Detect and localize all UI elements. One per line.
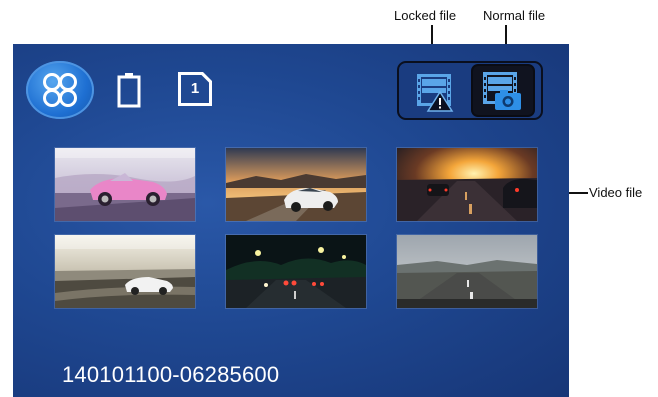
film-camera-icon [483, 72, 521, 110]
video-thumbnail[interactable] [397, 148, 537, 221]
film-warning-icon [417, 74, 454, 112]
battery-icon [117, 72, 141, 108]
video-thumbnail[interactable] [397, 235, 537, 308]
video-thumbnail[interactable] [55, 148, 195, 221]
four-circles-grid-icon [43, 73, 77, 107]
callout-locked-file: Locked file [394, 8, 457, 23]
video-thumbnail[interactable] [226, 148, 366, 221]
menu-button[interactable] [26, 61, 94, 119]
sd-card-label: 1 [190, 80, 200, 97]
video-thumbnail[interactable] [55, 235, 195, 308]
normal-file-filter-button[interactable] [471, 64, 535, 117]
callout-normal-file: Normal file [483, 8, 546, 23]
video-thumbnail[interactable] [226, 235, 366, 308]
locked-file-filter-button[interactable] [403, 66, 465, 114]
callout-video-file: Video file [589, 185, 643, 200]
current-filename: 140101100-06285600 [62, 362, 280, 387]
sd-card-icon: 1 [176, 70, 214, 108]
